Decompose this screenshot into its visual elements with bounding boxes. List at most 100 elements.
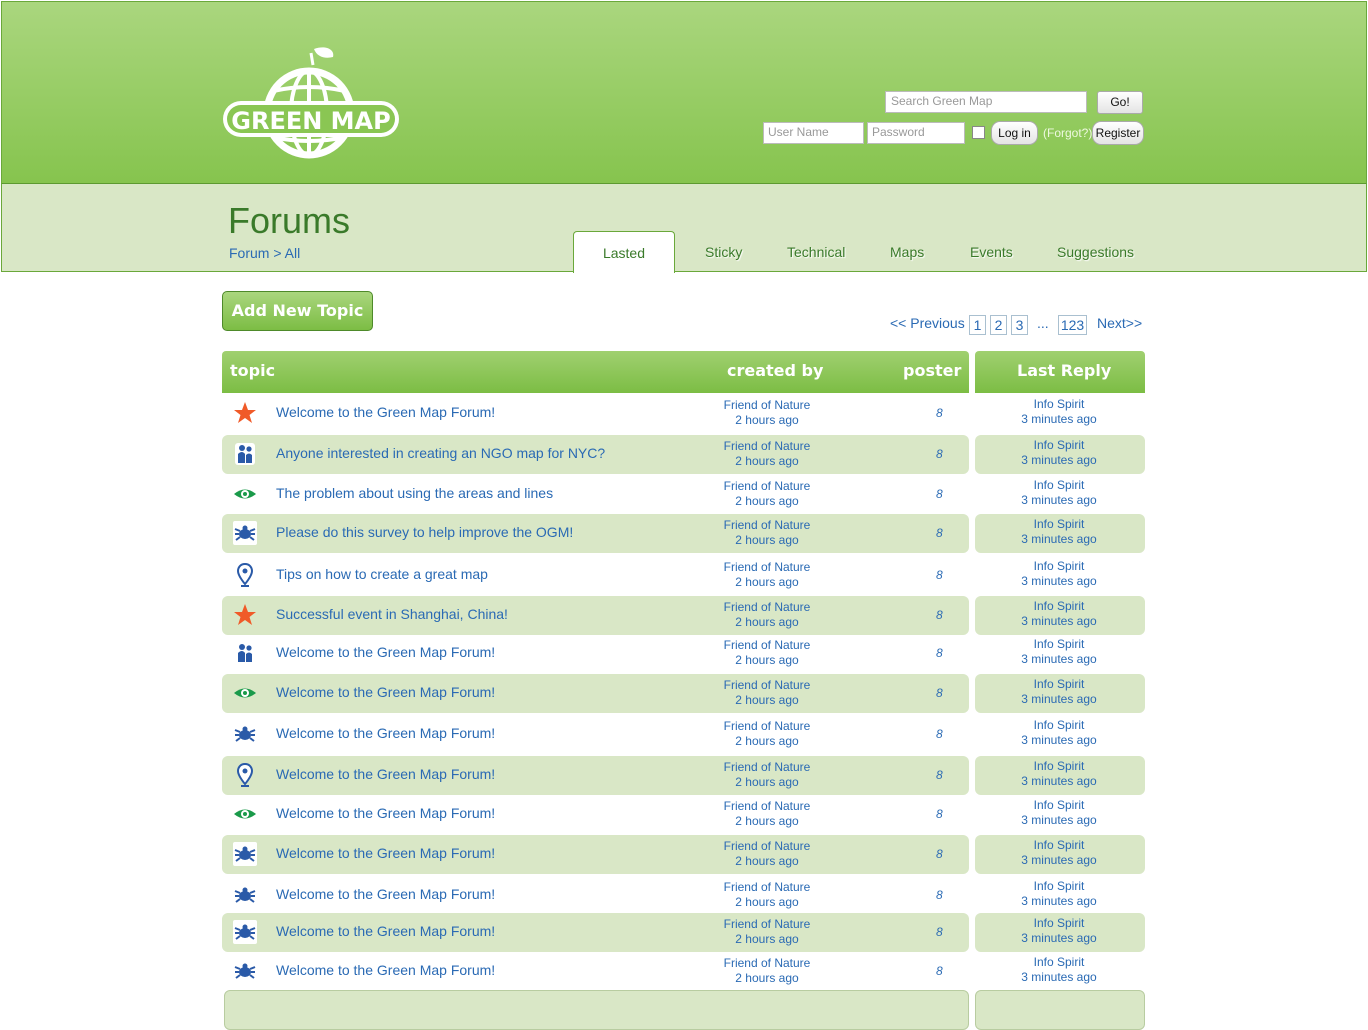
topic-title-link[interactable]: Welcome to the Green Map Forum!	[276, 404, 495, 420]
creator-name[interactable]: Friend of Nature	[707, 719, 827, 734]
last-reply-user[interactable]: Info Spirit	[999, 955, 1119, 970]
last-reply[interactable]: Info Spirit 3 minutes ago	[999, 677, 1119, 707]
last-reply[interactable]: Info Spirit 3 minutes ago	[999, 397, 1119, 427]
last-reply[interactable]: Info Spirit 3 minutes ago	[999, 838, 1119, 868]
last-reply-user[interactable]: Info Spirit	[999, 838, 1119, 853]
topic-creator[interactable]: Friend of Nature 2 hours ago	[707, 719, 827, 749]
last-reply-user[interactable]: Info Spirit	[999, 397, 1119, 412]
column-header-created-by[interactable]: created by	[727, 361, 823, 380]
green-map-logo[interactable]: GREEN MAP	[221, 45, 401, 160]
last-reply-user[interactable]: Info Spirit	[999, 478, 1119, 493]
last-reply[interactable]: Info Spirit 3 minutes ago	[999, 798, 1119, 828]
tab-technical[interactable]: Technical	[787, 244, 845, 260]
last-reply[interactable]: Info Spirit 3 minutes ago	[999, 916, 1119, 946]
topic-creator[interactable]: Friend of Nature 2 hours ago	[707, 880, 827, 910]
password-field[interactable]: Password	[867, 122, 965, 144]
topic-creator[interactable]: Friend of Nature 2 hours ago	[707, 439, 827, 469]
creator-name[interactable]: Friend of Nature	[707, 760, 827, 775]
creator-name[interactable]: Friend of Nature	[707, 880, 827, 895]
topic-creator[interactable]: Friend of Nature 2 hours ago	[707, 560, 827, 590]
column-header-topic[interactable]: topic	[230, 361, 275, 380]
topic-title-link[interactable]: Welcome to the Green Map Forum!	[276, 962, 495, 978]
last-reply[interactable]: Info Spirit 3 minutes ago	[999, 599, 1119, 629]
topic-title-link[interactable]: Welcome to the Green Map Forum!	[276, 845, 495, 861]
topic-creator[interactable]: Friend of Nature 2 hours ago	[707, 917, 827, 947]
search-go-button[interactable]: Go!	[1097, 91, 1143, 114]
username-field[interactable]: User Name	[763, 122, 864, 144]
topic-title-link[interactable]: The problem about using the areas and li…	[276, 485, 553, 501]
login-button[interactable]: Log in	[991, 121, 1038, 145]
pager-page-1[interactable]: 1	[969, 315, 986, 335]
pager-next[interactable]: Next>>	[1097, 315, 1142, 331]
last-reply[interactable]: Info Spirit 3 minutes ago	[999, 955, 1119, 985]
topic-creator[interactable]: Friend of Nature 2 hours ago	[707, 678, 827, 708]
last-reply-user[interactable]: Info Spirit	[999, 718, 1119, 733]
last-reply[interactable]: Info Spirit 3 minutes ago	[999, 718, 1119, 748]
breadcrumb[interactable]: Forum > All	[229, 245, 300, 261]
last-reply[interactable]: Info Spirit 3 minutes ago	[999, 478, 1119, 508]
pager-page-2[interactable]: 2	[990, 315, 1007, 335]
topic-title-link[interactable]: Tips on how to create a great map	[276, 566, 488, 582]
pager-page-3[interactable]: 3	[1011, 315, 1028, 335]
creator-name[interactable]: Friend of Nature	[707, 956, 827, 971]
tab-events[interactable]: Events	[970, 244, 1013, 260]
last-reply-user[interactable]: Info Spirit	[999, 517, 1119, 532]
tab-maps[interactable]: Maps	[890, 244, 924, 260]
topic-creator[interactable]: Friend of Nature 2 hours ago	[707, 638, 827, 668]
creator-name[interactable]: Friend of Nature	[707, 560, 827, 575]
creator-name[interactable]: Friend of Nature	[707, 917, 827, 932]
topic-creator[interactable]: Friend of Nature 2 hours ago	[707, 479, 827, 509]
last-reply-user[interactable]: Info Spirit	[999, 916, 1119, 931]
creator-name[interactable]: Friend of Nature	[707, 638, 827, 653]
last-reply-user[interactable]: Info Spirit	[999, 677, 1119, 692]
topic-title-link[interactable]: Welcome to the Green Map Forum!	[276, 684, 495, 700]
last-reply-user[interactable]: Info Spirit	[999, 559, 1119, 574]
creator-name[interactable]: Friend of Nature	[707, 518, 827, 533]
topic-title-link[interactable]: Welcome to the Green Map Forum!	[276, 805, 495, 821]
last-reply[interactable]: Info Spirit 3 minutes ago	[999, 559, 1119, 589]
creator-name[interactable]: Friend of Nature	[707, 439, 827, 454]
topic-creator[interactable]: Friend of Nature 2 hours ago	[707, 398, 827, 428]
topic-creator[interactable]: Friend of Nature 2 hours ago	[707, 518, 827, 548]
last-reply[interactable]: Info Spirit 3 minutes ago	[999, 637, 1119, 667]
topic-title-link[interactable]: Welcome to the Green Map Forum!	[276, 886, 495, 902]
topic-title-link[interactable]: Welcome to the Green Map Forum!	[276, 725, 495, 741]
creator-name[interactable]: Friend of Nature	[707, 398, 827, 413]
remember-checkbox[interactable]	[972, 126, 985, 139]
topic-title-link[interactable]: Please do this survey to help improve th…	[276, 524, 573, 540]
column-header-last-reply[interactable]: Last Reply	[1017, 361, 1111, 380]
last-reply[interactable]: Info Spirit 3 minutes ago	[999, 879, 1119, 909]
last-reply-user[interactable]: Info Spirit	[999, 637, 1119, 652]
topic-title-link[interactable]: Anyone interested in creating an NGO map…	[276, 445, 605, 461]
topic-title-link[interactable]: Welcome to the Green Map Forum!	[276, 644, 495, 660]
last-reply-user[interactable]: Info Spirit	[999, 879, 1119, 894]
register-button[interactable]: Register	[1092, 121, 1144, 145]
forgot-link[interactable]: (Forgot?)	[1043, 126, 1092, 140]
pager-previous[interactable]: << Previous	[890, 315, 965, 331]
creator-name[interactable]: Friend of Nature	[707, 839, 827, 854]
last-reply[interactable]: Info Spirit 3 minutes ago	[999, 517, 1119, 547]
topic-title-link[interactable]: Successful event in Shanghai, China!	[276, 606, 508, 622]
creator-name[interactable]: Friend of Nature	[707, 799, 827, 814]
column-header-poster[interactable]: poster	[903, 361, 961, 380]
topic-creator[interactable]: Friend of Nature 2 hours ago	[707, 799, 827, 829]
topic-creator[interactable]: Friend of Nature 2 hours ago	[707, 839, 827, 869]
topic-creator[interactable]: Friend of Nature 2 hours ago	[707, 956, 827, 986]
last-reply-user[interactable]: Info Spirit	[999, 438, 1119, 453]
topic-title-link[interactable]: Welcome to the Green Map Forum!	[276, 766, 495, 782]
add-topic-button[interactable]: Add New Topic	[222, 291, 373, 331]
pager-page-last[interactable]: 123	[1058, 315, 1087, 335]
last-reply[interactable]: Info Spirit 3 minutes ago	[999, 438, 1119, 468]
last-reply-user[interactable]: Info Spirit	[999, 798, 1119, 813]
last-reply-user[interactable]: Info Spirit	[999, 759, 1119, 774]
creator-name[interactable]: Friend of Nature	[707, 600, 827, 615]
topic-creator[interactable]: Friend of Nature 2 hours ago	[707, 760, 827, 790]
creator-name[interactable]: Friend of Nature	[707, 678, 827, 693]
tab-sticky[interactable]: Sticky	[705, 244, 742, 260]
tab-lasted[interactable]: Lasted	[573, 231, 675, 273]
last-reply[interactable]: Info Spirit 3 minutes ago	[999, 759, 1119, 789]
search-input[interactable]: Search Green Map	[885, 91, 1087, 113]
topic-title-link[interactable]: Welcome to the Green Map Forum!	[276, 923, 495, 939]
last-reply-user[interactable]: Info Spirit	[999, 599, 1119, 614]
topic-creator[interactable]: Friend of Nature 2 hours ago	[707, 600, 827, 630]
